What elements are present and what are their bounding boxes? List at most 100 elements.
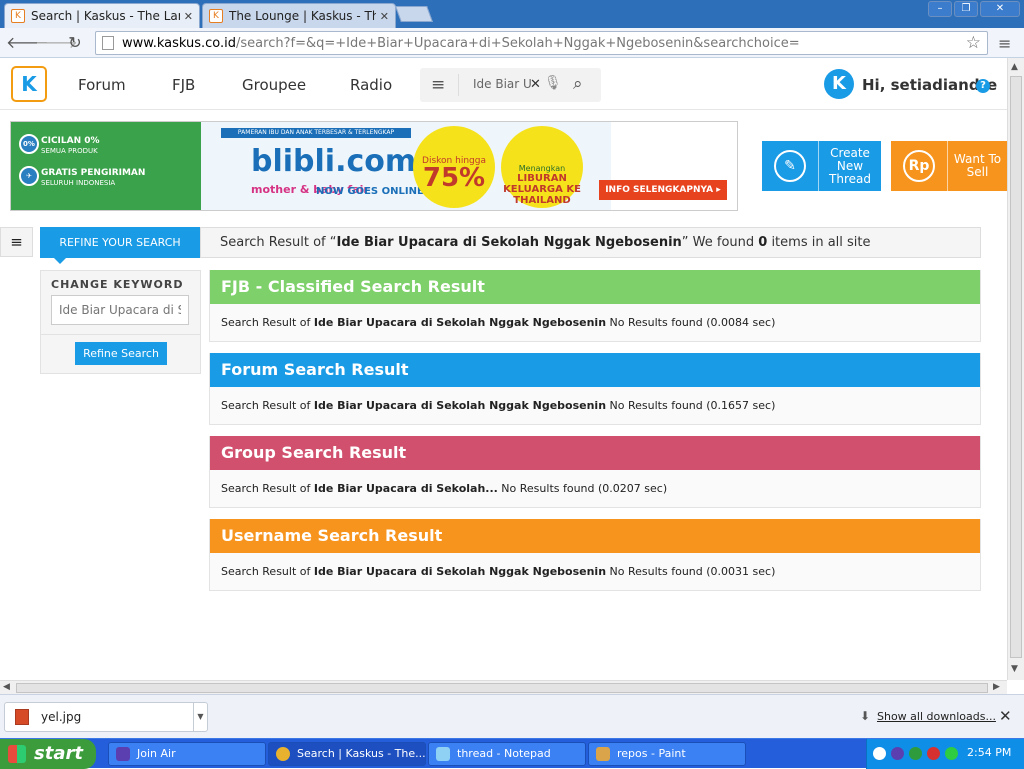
start-label: start <box>34 743 83 764</box>
nav-groupee[interactable]: Groupee <box>242 76 306 94</box>
nav-radio[interactable]: Radio <box>350 76 392 94</box>
close-tab-icon[interactable]: ✕ <box>184 10 193 23</box>
browser-titlebar: K Search | Kaskus - The Larges ✕ K The L… <box>0 0 1024 28</box>
group-result-text: Search Result of Ide Biar Upacara di Sek… <box>221 482 668 495</box>
tab-label: The Lounge | Kaskus - The L <box>229 9 376 23</box>
system-tray: 2:54 PM <box>866 739 1024 769</box>
scroll-down-icon[interactable]: ▼ <box>1011 664 1018 674</box>
kaskus-favicon-icon: K <box>11 9 25 23</box>
maximize-button[interactable]: ❐ <box>954 1 978 17</box>
site-header: K Forum FJB Groupee Radio ≡ Ide Biar Upa… <box>0 58 1007 110</box>
shipping-title: GRATIS PENGIRIMAN <box>41 168 146 178</box>
minimize-button[interactable]: – <box>928 1 952 17</box>
download-filename: yel.jpg <box>41 710 82 724</box>
scroll-up-icon[interactable]: ▲ <box>1011 62 1018 72</box>
task-join-air[interactable]: Join Air <box>108 742 266 766</box>
banner-info-button[interactable]: INFO SELENGKAPNYA ▸ <box>599 180 727 200</box>
keyword-input[interactable] <box>51 295 189 325</box>
installment-title: CICILAN 0% <box>41 136 100 146</box>
prize-badge: Menangkan LIBURAN KELUARGA KE THAILAND <box>501 126 583 208</box>
menu-hamburger-icon[interactable]: ≡ <box>431 75 445 95</box>
back-arrow-icon[interactable]: 🡐 <box>6 32 49 54</box>
task-paint[interactable]: repos - Paint <box>588 742 746 766</box>
close-tab-icon[interactable]: ✕ <box>380 10 389 23</box>
banner-now-goes-online: NOW GOES ONLINE! <box>316 186 429 197</box>
vertical-scrollbar[interactable]: ▲ ▼ <box>1007 58 1024 680</box>
zero-percent-icon: 0% <box>19 134 39 154</box>
horizontal-scrollbar[interactable]: ◀ ▶ <box>0 680 1007 694</box>
help-icon[interactable]: ? <box>976 79 990 93</box>
close-window-button[interactable]: ✕ <box>980 1 1020 17</box>
reload-icon[interactable]: ↻ <box>64 32 86 54</box>
tray-antivirus-icon[interactable] <box>927 747 940 760</box>
download-item[interactable]: yel.jpg ▼ <box>4 702 208 732</box>
search-input[interactable]: Ide Biar Upacara di Sekolah Nggak Ngebos… <box>473 77 531 91</box>
notepad-icon <box>436 747 450 761</box>
bookmark-star-icon[interactable]: ☆ <box>966 33 981 53</box>
installment-sub: SEMUA PRODUK <box>41 147 98 155</box>
microphone-icon[interactable]: 🎙 <box>544 75 562 91</box>
tab-the-lounge[interactable]: K The Lounge | Kaskus - The L ✕ <box>202 3 396 28</box>
tray-network-icon[interactable] <box>909 747 922 760</box>
tray-expand-icon[interactable] <box>873 747 886 760</box>
avatar[interactable]: K <box>824 69 854 99</box>
chrome-menu-icon[interactable]: ≡ <box>998 34 1011 53</box>
banner-strip: PAMERAN IBU DAN ANAK TERBESAR & TERLENGK… <box>221 128 411 138</box>
banner-row-installment: CICILAN 0% SEMUA PRODUK <box>41 136 100 156</box>
search-summary: Search Result of “Ide Biar Upacara di Se… <box>200 227 981 258</box>
download-shelf: yel.jpg ▼ ⬇ Show all downloads... ✕ <box>0 694 1024 738</box>
prize-label: Menangkan <box>518 164 566 173</box>
nav-forum[interactable]: Forum <box>78 76 126 94</box>
discount-badge: Diskon hingga 75% <box>413 126 495 208</box>
summary-count: 0 <box>758 235 768 250</box>
ad-banner[interactable]: 0% CICILAN 0% SEMUA PRODUK ✈ GRATIS PENGI… <box>10 121 738 211</box>
close-shelf-icon[interactable]: ✕ <box>999 707 1012 725</box>
kaskus-favicon-icon: K <box>209 9 223 23</box>
tray-drive-icon[interactable] <box>945 747 958 760</box>
tray-app-icon[interactable] <box>891 747 904 760</box>
url-host: www.kaskus.co.id <box>122 35 237 51</box>
taskbar-clock: 2:54 PM <box>967 746 1012 759</box>
chevron-down-icon[interactable]: ▼ <box>193 703 207 731</box>
nav-fjb[interactable]: FJB <box>172 76 195 94</box>
scroll-right-icon[interactable]: ▶ <box>993 682 1000 692</box>
plane-icon: ✈ <box>19 166 39 186</box>
scroll-left-icon[interactable]: ◀ <box>3 682 10 692</box>
download-arrow-icon: ⬇ <box>860 709 871 723</box>
tab-search-kaskus[interactable]: K Search | Kaskus - The Larges ✕ <box>4 3 200 28</box>
fjb-result-block: FJB - Classified Search Result Search Re… <box>209 270 981 342</box>
browser-toolbar: 🡐 🡒 ↻ www.kaskus.co.id/search?f=&q=+Ide+… <box>0 28 1024 58</box>
task-search-kaskus[interactable]: Search | Kaskus - The... <box>268 742 426 766</box>
create-thread-label: Create New Thread <box>829 145 871 186</box>
username-result-block: Username Search Result Search Result of … <box>209 519 981 591</box>
refine-search-tab[interactable]: REFINE YOUR SEARCH <box>40 227 200 264</box>
scroll-thumb[interactable] <box>16 683 988 693</box>
forward-arrow-icon[interactable]: 🡒 <box>35 32 78 54</box>
address-bar[interactable]: www.kaskus.co.id/search?f=&q=+Ide+Biar+U… <box>95 31 988 55</box>
clear-search-icon[interactable]: ✕ <box>530 77 541 92</box>
change-keyword-label: CHANGE KEYWORD <box>51 278 184 291</box>
username-result-text: Search Result of Ide Biar Upacara di Sek… <box>221 565 776 578</box>
refine-search-button[interactable]: Refine Search <box>75 342 167 365</box>
create-thread-button[interactable]: ✎ Create New Thread <box>762 141 881 191</box>
tab-label: Search | Kaskus - The Larges <box>31 9 180 23</box>
task-notepad[interactable]: thread - Notepad <box>428 742 586 766</box>
page-icon <box>102 36 114 50</box>
fjb-result-text: Search Result of Ide Biar Upacara di Sek… <box>221 316 776 329</box>
banner-promo-panel: 0% CICILAN 0% SEMUA PRODUK ✈ GRATIS PENGI… <box>11 122 201 210</box>
username-result-title: Username Search Result <box>210 519 980 553</box>
window-controls: – ❐ ✕ <box>926 1 1020 17</box>
kaskus-logo[interactable]: K <box>11 66 47 102</box>
banner-row-shipping: GRATIS PENGIRIMAN SELURUH INDONESIA <box>41 168 145 188</box>
chrome-icon <box>276 747 290 761</box>
new-tab-button[interactable] <box>395 6 433 22</box>
search-icon[interactable]: ⌕ <box>573 74 583 94</box>
scroll-thumb[interactable] <box>1010 76 1022 658</box>
sidebar-toggle-icon[interactable]: ≡ <box>0 227 33 257</box>
want-to-sell-button[interactable]: Rp Want To Sell <box>891 141 1007 191</box>
show-all-downloads-link[interactable]: Show all downloads... <box>877 710 996 723</box>
page-viewport: K Forum FJB Groupee Radio ≡ Ide Biar Upa… <box>0 58 1007 680</box>
start-button[interactable]: start <box>0 739 96 769</box>
refine-panel: CHANGE KEYWORD Refine Search <box>40 270 201 374</box>
image-file-icon <box>15 709 29 725</box>
